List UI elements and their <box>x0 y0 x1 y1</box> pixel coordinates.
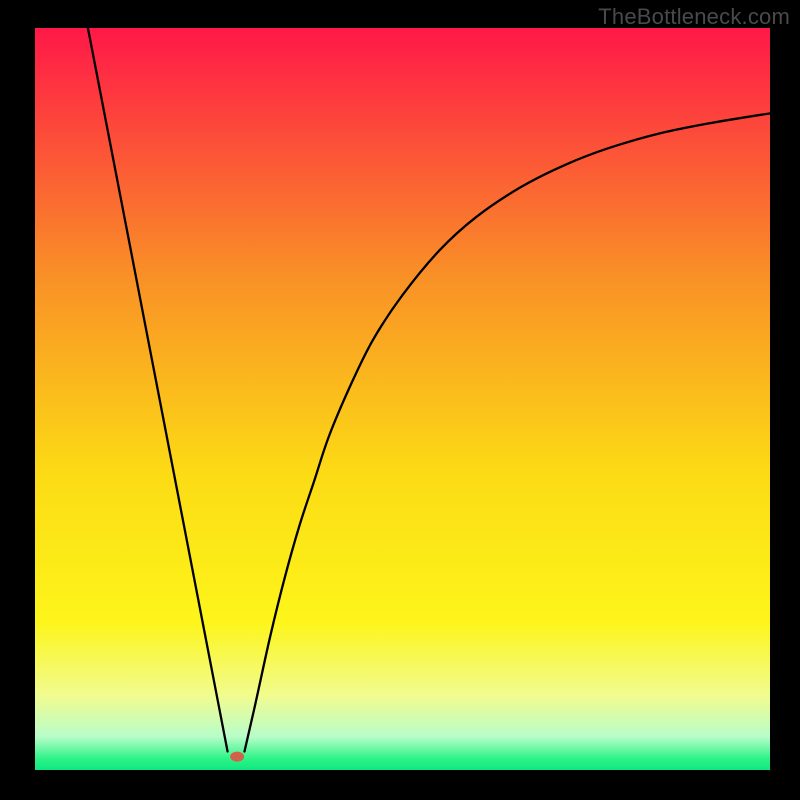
minimum-marker <box>230 752 244 762</box>
chart-frame: TheBottleneck.com <box>0 0 800 800</box>
plot-background <box>35 28 770 770</box>
bottleneck-chart <box>0 0 800 800</box>
watermark-text: TheBottleneck.com <box>598 4 790 30</box>
